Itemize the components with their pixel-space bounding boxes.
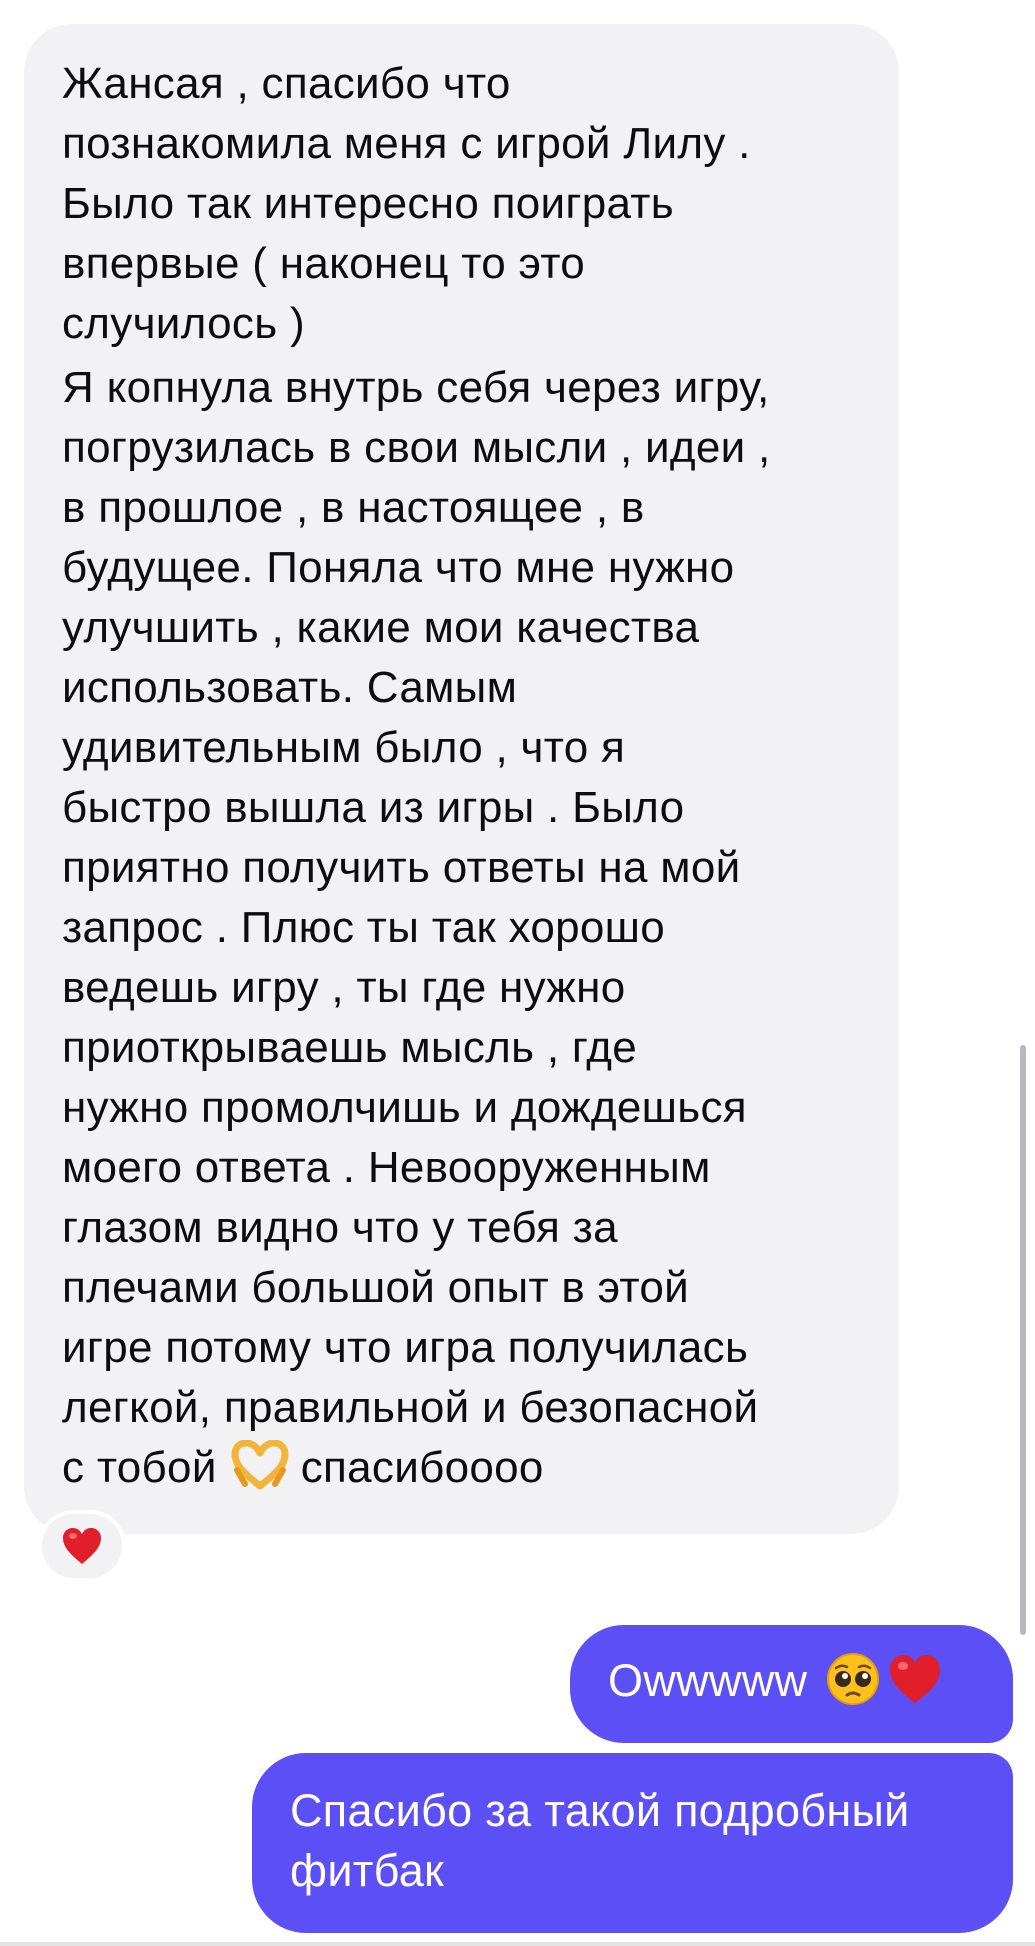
- message-paragraph-2: Я копнула внутрь себя через игру, погруз…: [62, 358, 879, 1498]
- incoming-message-bubble[interactable]: Жансая , спасибо что познакомила меня с …: [24, 24, 899, 1534]
- red-heart-icon: [890, 1655, 941, 1703]
- pleading-face-icon: [827, 1653, 880, 1705]
- chat-thread[interactable]: Жансая , спасибо что познакомила меня с …: [0, 0, 1035, 1946]
- outgoing-message-text-2: Спасибо за такой подробный фитбак: [290, 1785, 910, 1896]
- heart-hands-icon: [231, 1440, 289, 1490]
- outgoing-message-text-1: Owwwww: [608, 1655, 808, 1706]
- message-paragraph-1: Жансая , спасибо что познакомила меня с …: [62, 59, 751, 348]
- emoji-group: [825, 1651, 943, 1707]
- message-paragraph-2-text: Я копнула внутрь себя через игру, погруз…: [62, 363, 771, 1492]
- bottom-divider: [0, 1942, 1035, 1946]
- closing-text: спасибоооо: [300, 1443, 544, 1492]
- heart-reaction-badge[interactable]: [38, 1510, 126, 1582]
- outgoing-message-bubble-2[interactable]: Спасибо за такой подробный фитбак: [252, 1753, 1013, 1933]
- outgoing-message-bubble-1[interactable]: Owwwww: [570, 1625, 1013, 1743]
- red-heart-icon: [63, 1528, 101, 1564]
- scrollbar[interactable]: [1020, 1045, 1026, 1635]
